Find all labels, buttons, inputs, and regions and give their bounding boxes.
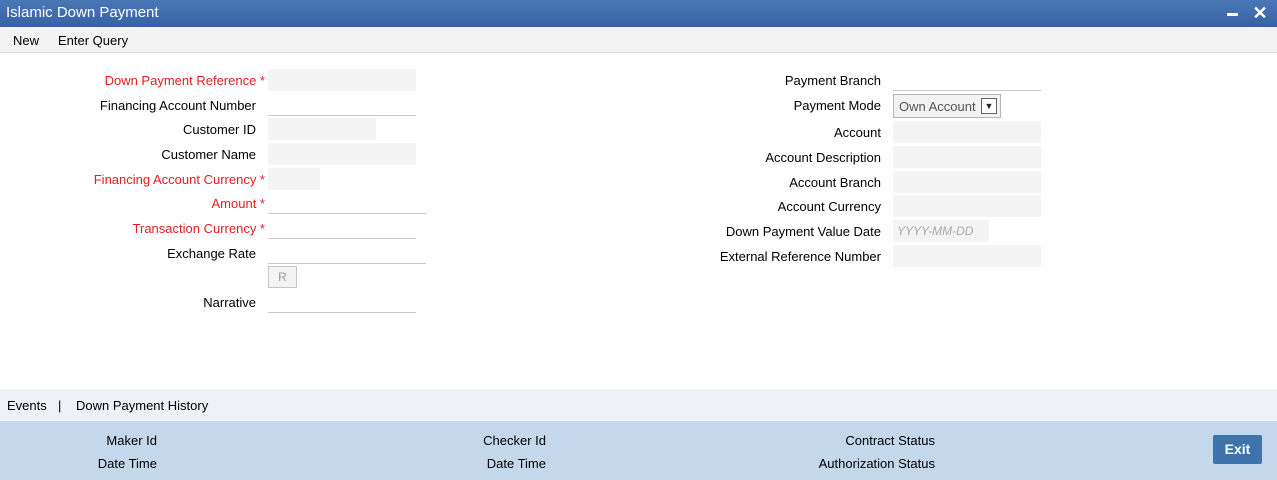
toolbar: New Enter Query (0, 27, 1277, 53)
amount-field[interactable] (268, 192, 426, 214)
events-link[interactable]: Events (7, 398, 47, 413)
maker-id-label: Maker Id (106, 433, 157, 448)
amount-label: Amount * (211, 196, 265, 211)
customer-name-field[interactable] (268, 143, 416, 165)
external-reference-number-field[interactable] (893, 245, 1041, 267)
payment-mode-select[interactable]: Own Account ▼ (893, 94, 1001, 118)
external-reference-number-label: External Reference Number (719, 249, 881, 264)
close-icon: ✕ (1252, 3, 1268, 23)
maker-date-time-label: Date Time (97, 456, 157, 471)
exit-button[interactable]: Exit (1213, 435, 1262, 464)
customer-id-label: Customer ID (183, 122, 256, 137)
transaction-currency-field[interactable] (268, 217, 416, 239)
financing-account-number-label: Financing Account Number (99, 98, 256, 113)
window-title: Islamic Down Payment (6, 4, 159, 21)
down-payment-reference-label: Down Payment Reference * (104, 73, 265, 88)
contract-status-label: Contract Status (845, 433, 935, 448)
enter-query-button[interactable]: Enter Query (58, 33, 128, 48)
exchange-rate-field[interactable] (268, 242, 426, 264)
rate-button[interactable]: R (268, 266, 297, 288)
down-payment-value-date-field[interactable]: YYYY-MM-DD (893, 220, 989, 242)
financing-account-currency-field[interactable] (268, 168, 320, 190)
checker-id-label: Checker Id (483, 433, 546, 448)
payment-branch-label: Payment Branch (784, 73, 881, 88)
sub-navigation-bar: Events | Down Payment History (0, 389, 1277, 421)
account-branch-label: Account Branch (789, 175, 881, 190)
narrative-label: Narrative (203, 295, 256, 310)
close-button[interactable]: ✕ (1250, 2, 1270, 24)
transaction-currency-label: Transaction Currency * (132, 221, 265, 236)
new-button[interactable]: New (13, 33, 39, 48)
financing-account-number-field[interactable] (268, 94, 416, 116)
authorization-status-label: Authorization Status (818, 456, 935, 471)
account-label: Account (834, 125, 881, 140)
payment-branch-field[interactable] (893, 69, 1041, 91)
financing-account-currency-label: Financing Account Currency * (93, 172, 265, 187)
account-branch-field[interactable] (893, 171, 1041, 193)
account-field[interactable] (893, 121, 1041, 143)
title-bar: Islamic Down Payment ✕ (0, 0, 1277, 27)
account-description-label: Account Description (765, 150, 881, 165)
down-payment-reference-field[interactable] (268, 69, 416, 91)
checker-date-time-label: Date Time (486, 456, 546, 471)
customer-name-label: Customer Name (161, 147, 256, 162)
narrative-field[interactable] (268, 291, 416, 313)
minimize-icon (1226, 13, 1238, 16)
account-currency-field[interactable] (893, 195, 1041, 217)
payment-mode-value: Own Account (899, 99, 976, 114)
down-payment-value-date-label: Down Payment Value Date (725, 224, 881, 239)
separator: | (58, 398, 62, 413)
customer-id-field[interactable] (268, 118, 376, 140)
exchange-rate-label: Exchange Rate (167, 246, 256, 261)
down-payment-history-link[interactable]: Down Payment History (76, 398, 208, 413)
chevron-down-icon: ▼ (981, 98, 997, 114)
audit-footer: Maker Id Date Time Checker Id Date Time … (0, 421, 1277, 480)
payment-mode-label: Payment Mode (793, 98, 881, 113)
account-description-field[interactable] (893, 146, 1041, 168)
account-currency-label: Account Currency (777, 199, 881, 214)
minimize-button[interactable] (1222, 2, 1242, 24)
